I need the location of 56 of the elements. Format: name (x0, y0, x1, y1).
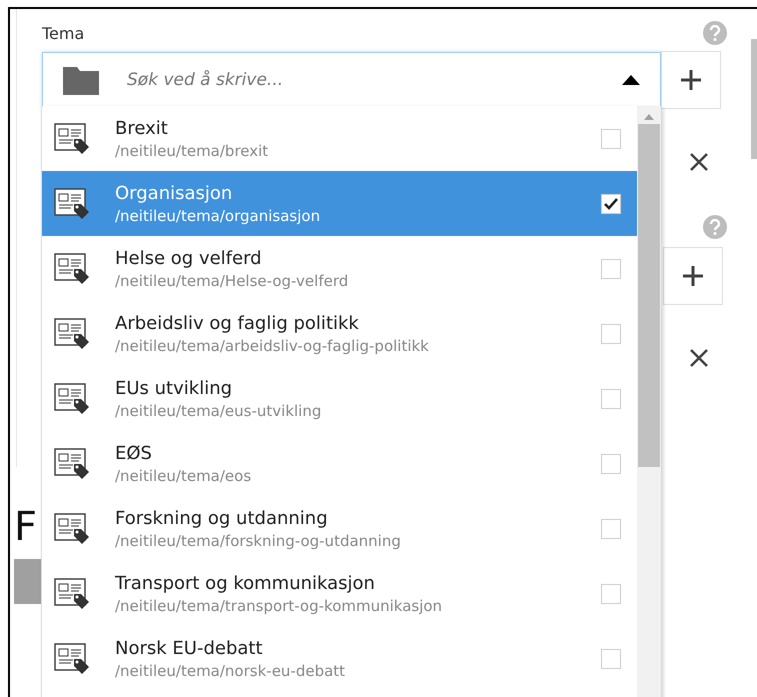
plus-icon (683, 266, 703, 286)
dropdown-option[interactable]: Brexit /neitileu/tema/brexit (42, 106, 637, 171)
option-path: /neitileu/tema/transport-og-kommunikasjon (115, 596, 444, 616)
caret-up-icon[interactable] (622, 75, 640, 85)
section-heading: F (14, 507, 38, 547)
option-path: /neitileu/tema/eus-utvikling (115, 400, 322, 420)
news-tag-icon (54, 122, 90, 156)
checkbox[interactable] (601, 454, 621, 474)
news-tag-icon (54, 642, 90, 676)
option-title: Organisasjon (115, 182, 234, 206)
close-icon (690, 349, 708, 367)
option-path: /neitileu/tema/forskning-og-utdanning (115, 530, 402, 550)
option-title: EØS (115, 442, 153, 466)
search-field[interactable]: Søk ved å skrive... (125, 69, 622, 91)
checkbox[interactable] (601, 324, 621, 344)
news-tag-icon (54, 316, 90, 350)
checkbox[interactable] (601, 518, 621, 538)
news-tag-icon (54, 512, 90, 546)
option-path: /neitileu/tema/Helse-og-velferd (115, 270, 350, 290)
add-button[interactable] (663, 247, 723, 305)
option-path: /neitileu/tema/norsk-eu-debatt (115, 660, 346, 680)
scrollbar[interactable] (751, 39, 757, 159)
input-stub (14, 559, 44, 604)
option-title: Helse og velferd (115, 246, 263, 270)
help-icon[interactable] (703, 215, 727, 239)
news-tag-icon (54, 446, 90, 480)
close-icon (690, 153, 708, 171)
checkbox[interactable] (601, 258, 621, 278)
option-title: Forskning og utdanning (115, 506, 329, 530)
news-tag-icon (54, 252, 90, 286)
option-title: Arbeidsliv og faglig politikk (115, 312, 360, 336)
folder-icon (63, 65, 99, 95)
checkbox[interactable] (601, 648, 621, 668)
option-path: /neitileu/tema/eos (115, 466, 252, 486)
option-title: EUs utvikling (115, 376, 234, 400)
checkbox[interactable] (601, 194, 621, 214)
scrollbar[interactable] (637, 106, 661, 697)
option-path: /neitileu/tema/brexit (115, 140, 270, 160)
scroll-up-icon[interactable] (644, 114, 654, 120)
add-button[interactable] (661, 51, 721, 109)
checkbox[interactable] (601, 584, 621, 604)
help-icon[interactable] (703, 21, 727, 45)
plus-icon (681, 70, 701, 90)
option-title: Brexit (115, 116, 169, 140)
news-tag-icon (54, 186, 90, 220)
option-title: Transport og kommunikasjon (115, 572, 376, 596)
combobox[interactable]: Søk ved å skrive... (42, 52, 661, 108)
checkbox[interactable] (601, 388, 621, 408)
option-title: Norsk EU-debatt (115, 636, 264, 660)
option-path: /neitileu/tema/organisasjon (115, 206, 322, 226)
option-path: /neitileu/tema/arbeidsliv-og-faglig-politikk (115, 336, 430, 356)
scroll-thumb[interactable] (638, 124, 660, 467)
news-tag-icon (54, 576, 90, 610)
field-label: Tema (42, 24, 86, 42)
checkbox[interactable] (601, 128, 621, 148)
news-tag-icon (54, 382, 90, 416)
